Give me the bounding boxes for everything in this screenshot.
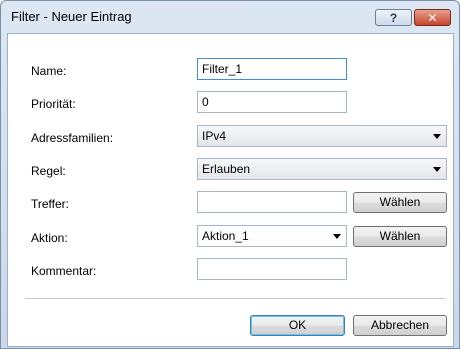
rule-select[interactable]: Erlauben	[197, 158, 447, 180]
address-families-value: IPv4	[202, 129, 227, 143]
ok-button[interactable]: OK	[250, 315, 345, 336]
hits-choose-button[interactable]: Wählen	[353, 192, 447, 213]
hits-label: Treffer:	[31, 197, 70, 211]
title-bar[interactable]: Filter - Neuer Eintrag ? ✕	[1, 1, 459, 33]
action-choose-button[interactable]: Wählen	[353, 226, 447, 247]
action-combobox[interactable]: Aktion_1	[197, 225, 347, 247]
dialog-content: Name: Filter_1 Priorität: 0 Adressfamili…	[7, 33, 454, 347]
dialog-window: Filter - Neuer Eintrag ? ✕ Name: Filter_…	[0, 0, 460, 349]
window-title: Filter - Neuer Eintrag	[11, 9, 132, 24]
name-label: Name:	[31, 64, 67, 78]
hits-field[interactable]	[197, 191, 347, 213]
rule-label: Regel:	[31, 164, 66, 178]
cancel-button[interactable]: Abbrechen	[353, 315, 447, 336]
priority-label: Priorität:	[31, 97, 76, 111]
action-value: Aktion_1	[202, 229, 249, 243]
priority-field[interactable]: 0	[197, 91, 347, 113]
name-field[interactable]: Filter_1	[197, 58, 347, 80]
dropdown-arrow-icon	[433, 134, 441, 139]
close-button[interactable]: ✕	[414, 9, 451, 26]
rule-value: Erlauben	[202, 162, 251, 176]
action-label: Aktion:	[31, 231, 68, 245]
dropdown-arrow-icon	[433, 167, 441, 172]
address-families-label: Adressfamilien:	[31, 131, 114, 145]
dropdown-arrow-icon[interactable]	[333, 234, 341, 239]
address-families-select[interactable]: IPv4	[197, 125, 447, 147]
help-button[interactable]: ?	[375, 9, 412, 26]
separator	[25, 298, 445, 299]
comment-field[interactable]	[197, 258, 347, 280]
comment-label: Kommentar:	[31, 264, 97, 278]
